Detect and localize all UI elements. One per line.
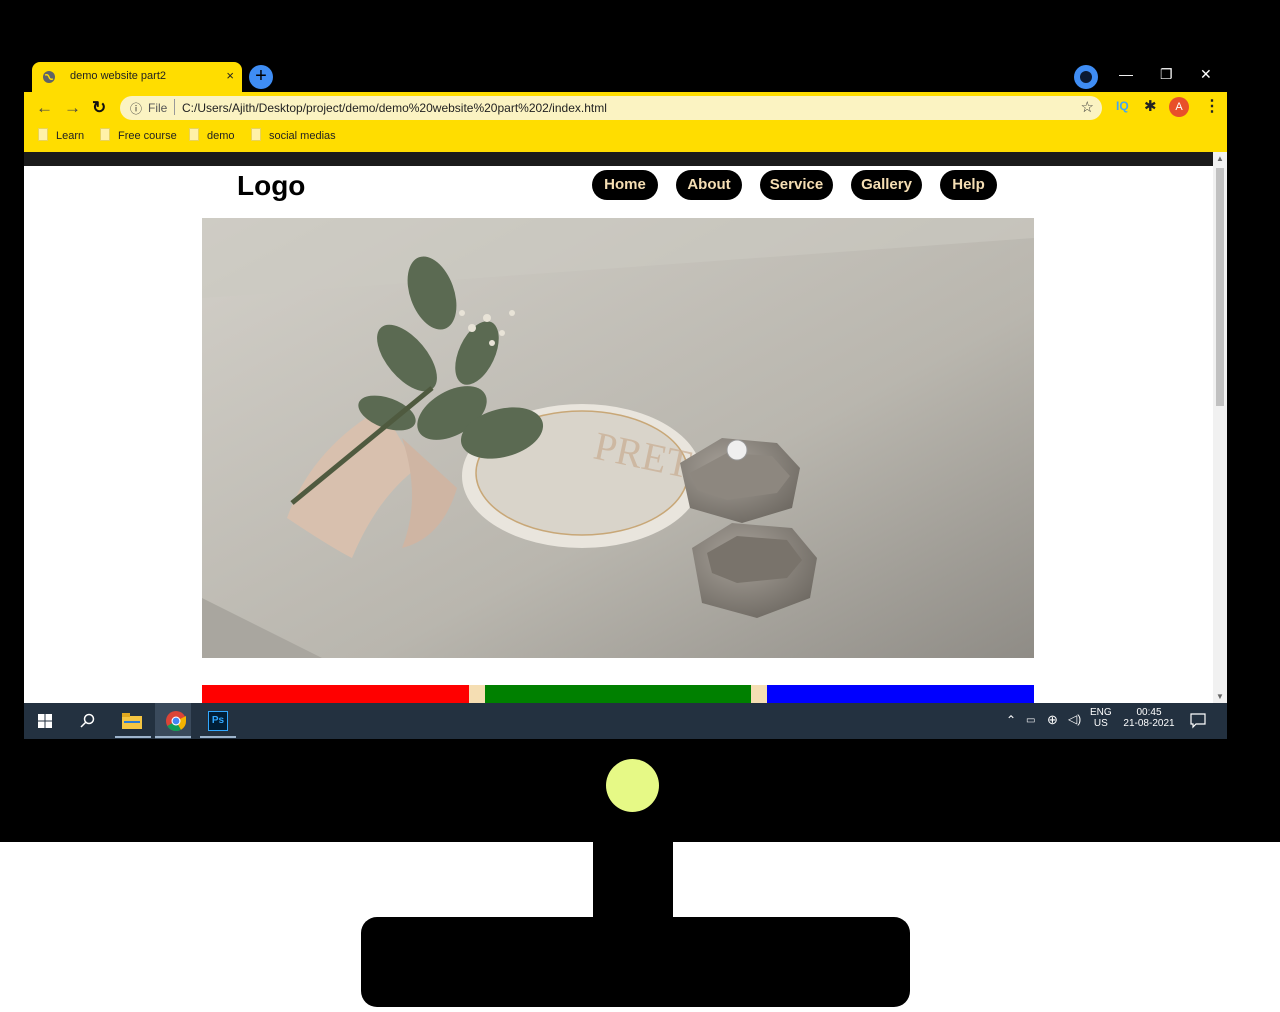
page-top-strip — [24, 152, 1227, 166]
nav-help-button[interactable]: Help — [940, 170, 997, 200]
tab-title: demo website part2 — [70, 70, 166, 82]
taskbar-underline — [115, 736, 151, 738]
menu-kebab-icon[interactable]: ⋮ — [1204, 96, 1220, 116]
taskbar-underline — [200, 736, 236, 738]
scroll-up-arrow-icon[interactable]: ▲ — [1216, 154, 1224, 163]
nav-gallery-button[interactable]: Gallery — [851, 170, 922, 200]
chrome-icon[interactable] — [166, 711, 186, 731]
address-bar[interactable]: ⓘ File C:/Users/Ajith/Desktop/project/de… — [120, 96, 1102, 120]
scroll-thumb[interactable] — [1216, 168, 1224, 406]
bookmark-page-icon — [251, 128, 261, 141]
close-window-icon[interactable]: ✕ — [1200, 66, 1212, 83]
hero-image: PRET — [202, 218, 1034, 658]
bookmark-social-medias[interactable]: social medias — [251, 128, 336, 142]
minimize-icon[interactable]: — — [1119, 66, 1133, 82]
card-gap — [751, 685, 767, 703]
new-tab-button[interactable]: + — [249, 65, 273, 89]
tab-close-icon[interactable]: × — [226, 68, 234, 83]
extensions-puzzle-icon[interactable]: ✱ — [1144, 97, 1157, 115]
volume-icon[interactable]: ◁) — [1068, 712, 1081, 726]
bookmark-page-icon — [189, 128, 199, 141]
profile-avatar[interactable]: A — [1169, 97, 1189, 117]
tab-search-icon[interactable] — [1074, 65, 1098, 89]
monitor-stand-base — [361, 917, 910, 1007]
monitor-neck — [593, 842, 673, 922]
windows-start-icon[interactable] — [38, 714, 52, 728]
bookmark-star-icon[interactable]: ☆ — [1081, 98, 1094, 116]
tray-chevron-icon[interactable]: ⌃ — [1006, 713, 1016, 727]
url-text[interactable]: C:/Users/Ajith/Desktop/project/demo/demo… — [182, 101, 607, 115]
nav-home-button[interactable]: Home — [592, 170, 658, 200]
taskbar-underline — [155, 736, 191, 738]
address-divider — [174, 99, 175, 115]
battery-icon[interactable]: ▭ — [1026, 715, 1035, 726]
notifications-icon[interactable] — [1190, 713, 1206, 729]
card-gap — [469, 685, 485, 703]
bookmark-demo[interactable]: demo — [189, 128, 235, 142]
url-scheme-label: File — [148, 101, 168, 115]
browser-tab[interactable]: demo website part2 × — [32, 62, 242, 92]
web-page: Logo Home About Service Gallery Help PRE… — [24, 166, 1213, 703]
nav-service-button[interactable]: Service — [760, 170, 833, 200]
site-logo[interactable]: Logo — [237, 170, 305, 202]
reload-icon[interactable]: ↻ — [92, 98, 106, 118]
restore-icon[interactable]: ❐ — [1160, 66, 1173, 83]
content-card-red — [202, 685, 469, 703]
windows-taskbar: Ps ⌃ ▭ ⊕ ◁) ENG US 00:45 21-08-2021 — [24, 703, 1227, 739]
page-scrollbar[interactable]: ▲ ▼ — [1213, 152, 1227, 703]
bookmark-learn[interactable]: Learn — [38, 128, 84, 142]
nav-about-button[interactable]: About — [676, 170, 742, 200]
bookmarks-bar: Learn Free course demo social medias — [24, 124, 1227, 148]
content-card-blue — [767, 685, 1034, 703]
network-globe-icon[interactable]: ⊕ — [1047, 712, 1058, 728]
monitor-power-button — [606, 759, 659, 812]
browser-toolbar: ← → ↻ ⓘ File C:/Users/Ajith/Desktop/proj… — [24, 92, 1227, 152]
file-explorer-icon[interactable] — [122, 713, 142, 729]
back-arrow-icon[interactable]: ← — [36, 98, 53, 118]
bookmark-page-icon — [100, 128, 110, 141]
content-card-green — [485, 685, 751, 703]
scroll-down-arrow-icon[interactable]: ▼ — [1216, 692, 1224, 701]
search-icon[interactable] — [80, 713, 96, 729]
forward-arrow-icon[interactable]: → — [64, 98, 81, 118]
globe-icon — [43, 71, 55, 83]
monitor-screen: demo website part2 × + — ❐ ✕ ← → ↻ ⓘ Fil… — [24, 62, 1227, 739]
photoshop-icon[interactable]: Ps — [208, 711, 228, 731]
clock[interactable]: 00:45 21-08-2021 — [1122, 707, 1176, 729]
bookmark-free-course[interactable]: Free course — [100, 128, 177, 142]
iq-extension-icon[interactable]: IQ — [1116, 99, 1129, 113]
site-info-icon[interactable]: ⓘ — [130, 100, 142, 117]
language-indicator[interactable]: ENG US — [1090, 707, 1112, 729]
bookmark-page-icon — [38, 128, 48, 141]
